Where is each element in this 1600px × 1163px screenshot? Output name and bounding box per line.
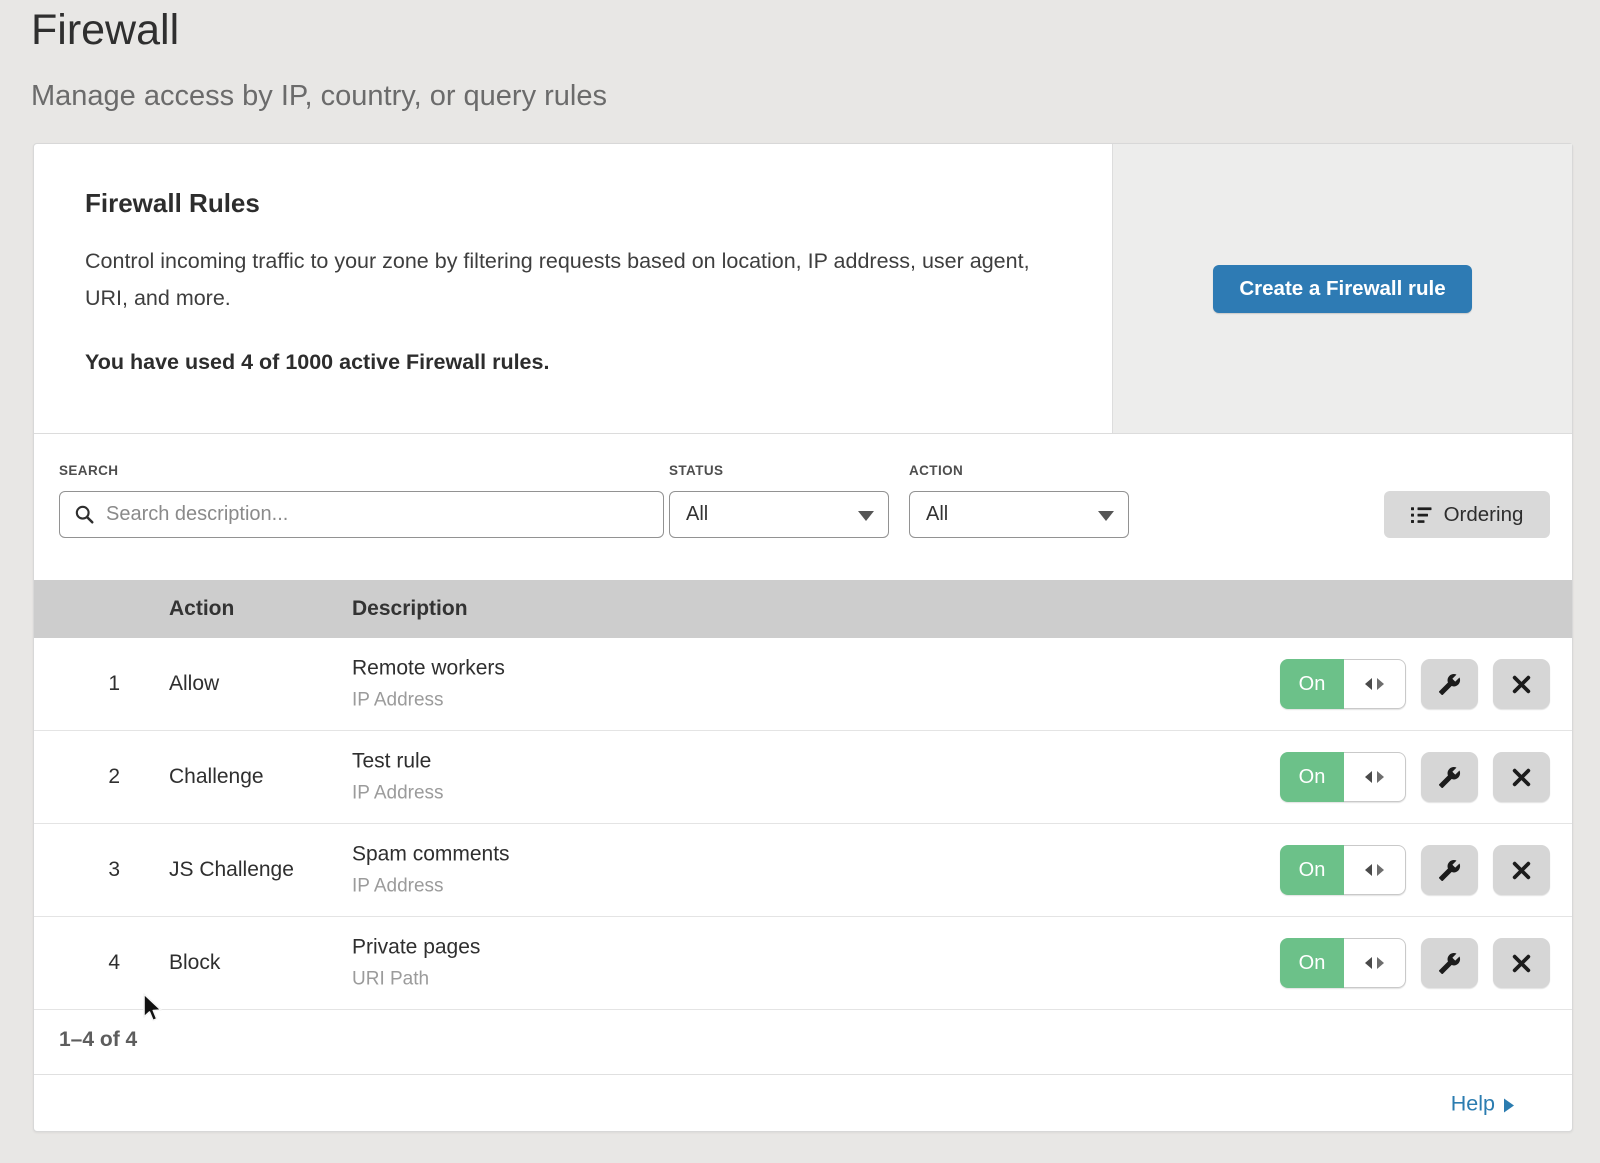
toggle-arrows-icon bbox=[1365, 864, 1372, 876]
rule-enabled-toggle[interactable]: On bbox=[1280, 938, 1406, 988]
toggle-on-label[interactable]: On bbox=[1280, 938, 1344, 988]
table-row: 4 Block Private pages URI Path On bbox=[34, 917, 1572, 1010]
overview-text: Firewall Rules Control incoming traffic … bbox=[85, 188, 1045, 375]
caret-down-icon bbox=[1098, 511, 1114, 521]
rule-priority: 3 bbox=[75, 858, 120, 882]
page-title: Firewall bbox=[31, 6, 179, 55]
action-select[interactable]: All bbox=[909, 491, 1129, 538]
rule-description: Spam comments bbox=[352, 843, 510, 867]
caret-down-icon bbox=[858, 511, 874, 521]
overview-heading: Firewall Rules bbox=[85, 188, 1045, 219]
pagination-bar: 1–4 of 4 bbox=[34, 1006, 1572, 1074]
wrench-icon bbox=[1438, 766, 1461, 789]
edit-rule-button[interactable] bbox=[1421, 845, 1478, 895]
toggle-arrows-icon bbox=[1377, 771, 1384, 783]
search-label: SEARCH bbox=[59, 463, 118, 478]
edit-rule-button[interactable] bbox=[1421, 938, 1478, 988]
status-label: STATUS bbox=[669, 463, 723, 478]
table-row: 3 JS Challenge Spam comments IP Address … bbox=[34, 824, 1572, 917]
create-firewall-rule-button[interactable]: Create a Firewall rule bbox=[1213, 265, 1471, 313]
rule-action: JS Challenge bbox=[169, 858, 294, 882]
rule-enabled-toggle[interactable]: On bbox=[1280, 659, 1406, 709]
toggle-handle[interactable] bbox=[1344, 659, 1406, 709]
toggle-on-label[interactable]: On bbox=[1280, 752, 1344, 802]
filters-section: SEARCH STATUS All ACTION All bbox=[34, 433, 1572, 580]
rule-priority: 1 bbox=[75, 672, 120, 696]
search-icon bbox=[74, 504, 95, 525]
toggle-arrows-icon bbox=[1365, 678, 1372, 690]
close-icon bbox=[1511, 953, 1532, 974]
create-rule-panel: Create a Firewall rule bbox=[1112, 144, 1572, 433]
help-bar: Help bbox=[34, 1074, 1572, 1133]
rules-table-body: 1 Allow Remote workers IP Address On bbox=[34, 638, 1572, 1010]
help-arrow-icon bbox=[1504, 1098, 1514, 1112]
toggle-arrows-icon bbox=[1365, 771, 1372, 783]
table-row: 2 Challenge Test rule IP Address On bbox=[34, 731, 1572, 824]
rule-match-type: IP Address bbox=[352, 876, 510, 898]
search-input[interactable] bbox=[104, 491, 663, 538]
rule-match-type: IP Address bbox=[352, 690, 505, 712]
toggle-arrows-icon bbox=[1365, 957, 1372, 969]
toggle-handle[interactable] bbox=[1344, 845, 1406, 895]
delete-rule-button[interactable] bbox=[1493, 752, 1550, 802]
search-box bbox=[59, 491, 664, 538]
delete-rule-button[interactable] bbox=[1493, 659, 1550, 709]
rule-match-type: URI Path bbox=[352, 969, 480, 991]
rule-action: Block bbox=[169, 951, 220, 975]
rule-enabled-toggle[interactable]: On bbox=[1280, 752, 1406, 802]
table-row: 1 Allow Remote workers IP Address On bbox=[34, 638, 1572, 731]
toggle-handle[interactable] bbox=[1344, 752, 1406, 802]
table-header: Action Description bbox=[34, 580, 1572, 638]
rule-description-cell: Remote workers IP Address bbox=[352, 657, 505, 712]
toggle-arrows-icon bbox=[1377, 678, 1384, 690]
rule-enabled-toggle[interactable]: On bbox=[1280, 845, 1406, 895]
toggle-handle[interactable] bbox=[1344, 938, 1406, 988]
toggle-arrows-icon bbox=[1377, 957, 1384, 969]
overview-section: Firewall Rules Control incoming traffic … bbox=[34, 144, 1572, 434]
ordering-list-icon bbox=[1411, 506, 1433, 524]
page-subtitle: Manage access by IP, country, or query r… bbox=[31, 80, 607, 113]
wrench-icon bbox=[1438, 673, 1461, 696]
rule-description-cell: Test rule IP Address bbox=[352, 750, 444, 805]
column-header-action: Action bbox=[169, 580, 234, 638]
overview-description: Control incoming traffic to your zone by… bbox=[85, 243, 1040, 317]
close-icon bbox=[1511, 767, 1532, 788]
rule-priority: 4 bbox=[75, 951, 120, 975]
rule-match-type: IP Address bbox=[352, 783, 444, 805]
rule-action: Allow bbox=[169, 672, 219, 696]
delete-rule-button[interactable] bbox=[1493, 845, 1550, 895]
action-label: ACTION bbox=[909, 463, 963, 478]
pagination-text: 1–4 of 4 bbox=[59, 1028, 137, 1052]
delete-rule-button[interactable] bbox=[1493, 938, 1550, 988]
wrench-icon bbox=[1438, 952, 1461, 975]
firewall-rules-card: Firewall Rules Control incoming traffic … bbox=[33, 143, 1573, 1132]
toggle-on-label[interactable]: On bbox=[1280, 659, 1344, 709]
help-link[interactable]: Help bbox=[1451, 1092, 1514, 1117]
rule-description: Test rule bbox=[352, 750, 444, 774]
edit-rule-button[interactable] bbox=[1421, 752, 1478, 802]
wrench-icon bbox=[1438, 859, 1461, 882]
rule-description: Remote workers bbox=[352, 657, 505, 681]
help-link-label: Help bbox=[1451, 1092, 1495, 1117]
close-icon bbox=[1511, 860, 1532, 881]
column-header-description: Description bbox=[352, 580, 468, 638]
toggle-on-label[interactable]: On bbox=[1280, 845, 1344, 895]
rule-description-cell: Private pages URI Path bbox=[352, 936, 480, 991]
edit-rule-button[interactable] bbox=[1421, 659, 1478, 709]
ordering-button[interactable]: Ordering bbox=[1384, 491, 1550, 538]
status-selected-value: All bbox=[686, 503, 708, 526]
usage-summary: You have used 4 of 1000 active Firewall … bbox=[85, 350, 1045, 375]
rule-action: Challenge bbox=[169, 765, 264, 789]
close-icon bbox=[1511, 674, 1532, 695]
toggle-arrows-icon bbox=[1377, 864, 1384, 876]
rule-description: Private pages bbox=[352, 936, 480, 960]
status-select[interactable]: All bbox=[669, 491, 889, 538]
rule-priority: 2 bbox=[75, 765, 120, 789]
action-selected-value: All bbox=[926, 503, 948, 526]
ordering-button-label: Ordering bbox=[1444, 503, 1524, 527]
rule-description-cell: Spam comments IP Address bbox=[352, 843, 510, 898]
